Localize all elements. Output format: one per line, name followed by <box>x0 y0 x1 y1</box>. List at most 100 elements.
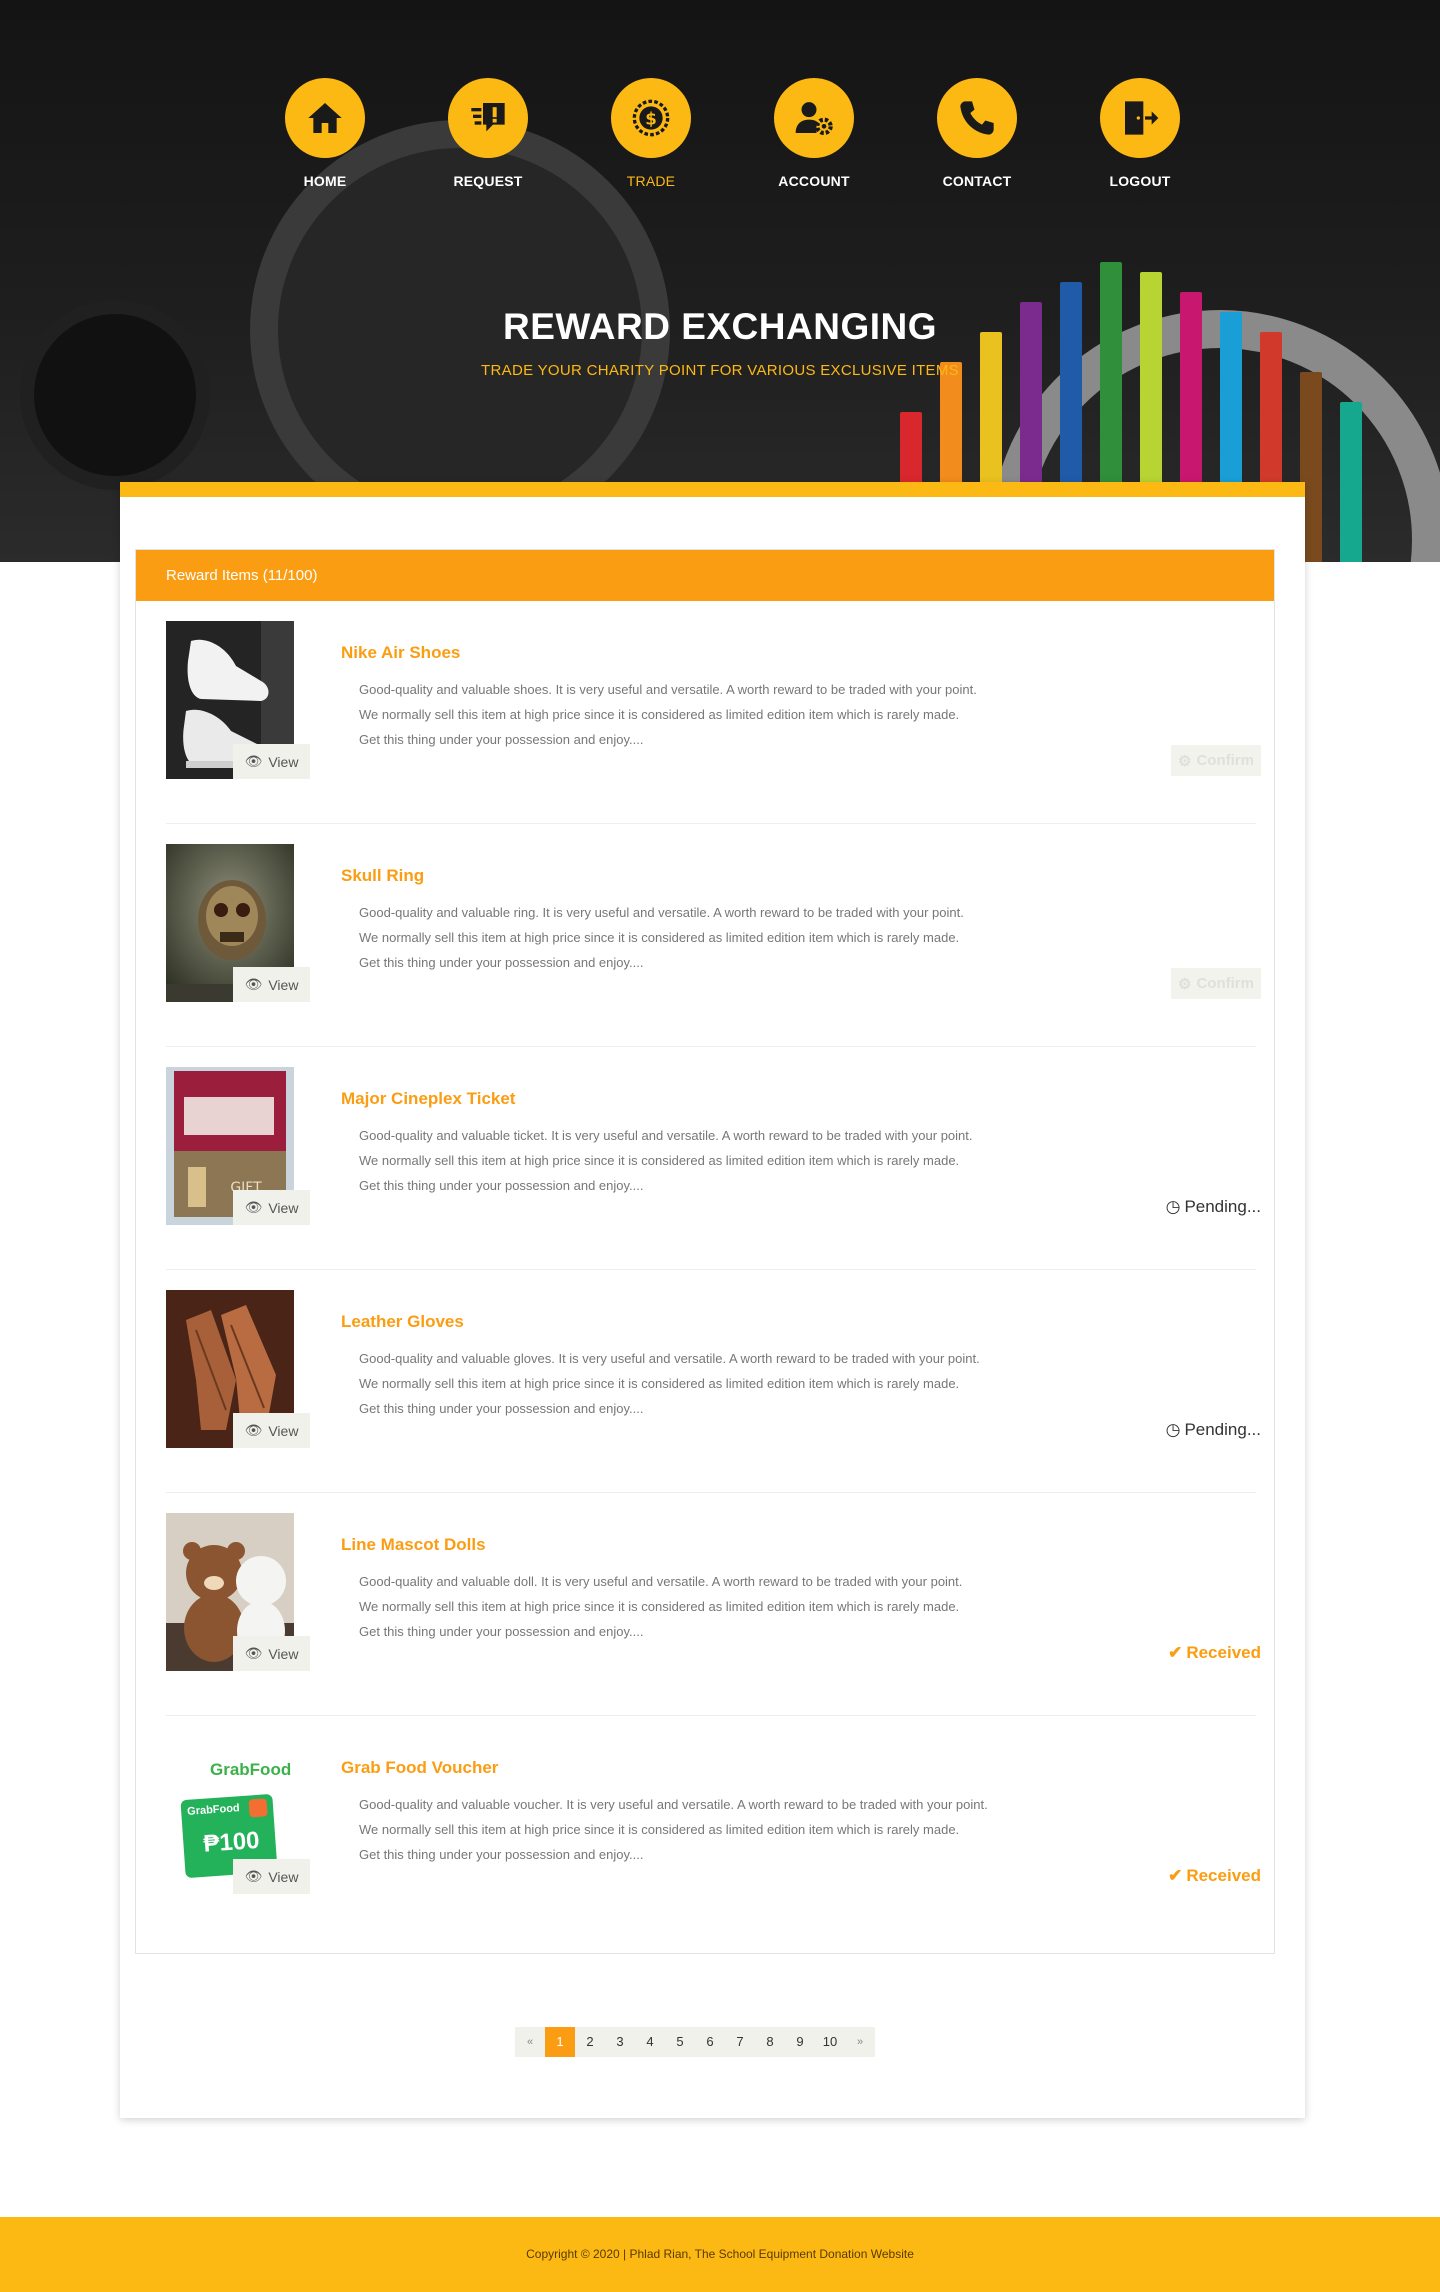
main-nav: HOME REQUEST $ TRADE ACCOUNT CONTACT LOG… <box>270 78 1180 198</box>
item-description: Good-quality and valuable shoes. It is v… <box>359 677 1059 752</box>
confirm-button[interactable]: ⚙ Confirm <box>1171 968 1261 999</box>
eye-icon: 👁 <box>244 1199 263 1215</box>
item-description: Good-quality and valuable doll. It is ve… <box>359 1569 1059 1644</box>
nav-item-home[interactable]: HOME <box>270 78 380 189</box>
clock-icon: ◷ <box>1165 1420 1181 1439</box>
page-link[interactable]: 10 <box>815 2027 845 2057</box>
desc-line: We normally sell this item at high price… <box>359 1376 960 1391</box>
item-description: Good-quality and valuable gloves. It is … <box>359 1346 1059 1421</box>
desc-line: Get this thing under your possession and… <box>359 1401 644 1416</box>
eye-icon: 👁 <box>244 976 263 992</box>
item-description: Good-quality and valuable voucher. It is… <box>359 1792 1059 1867</box>
item-title[interactable]: Skull Ring <box>341 866 424 886</box>
nav-label-contact: CONTACT <box>942 173 1012 189</box>
desc-line: Get this thing under your possession and… <box>359 1178 644 1193</box>
nav-label-trade: TRADE <box>626 173 676 189</box>
trade-coin-icon: $ <box>632 99 670 137</box>
svg-text:$: $ <box>645 110 657 129</box>
check-icon: ✔ <box>1168 1643 1183 1662</box>
view-label: View <box>268 1868 299 1885</box>
view-button[interactable]: 👁 View <box>233 1859 310 1894</box>
reward-item: 👁 View Line Mascot Dolls Good-quality an… <box>136 1493 1276 1716</box>
footer: Copyright © 2020 | Phlad Rian, The Schoo… <box>0 2217 1440 2292</box>
item-title[interactable]: Grab Food Voucher <box>341 1758 498 1778</box>
nav-label-account: ACCOUNT <box>778 173 850 189</box>
gear-icon: ⚙ <box>1178 975 1192 993</box>
clock-icon: ◷ <box>1165 1197 1181 1216</box>
check-icon: ✔ <box>1168 1866 1183 1885</box>
eye-icon: 👁 <box>244 1868 263 1884</box>
confirm-button[interactable]: ⚙ Confirm <box>1171 745 1261 776</box>
desc-line: We normally sell this item at high price… <box>359 1822 960 1837</box>
desc-line: We normally sell this item at high price… <box>359 930 960 945</box>
reward-item: 👁 View Skull Ring Good-quality and valua… <box>136 824 1276 1047</box>
desc-line: Get this thing under your possession and… <box>359 732 644 747</box>
view-button[interactable]: 👁 View <box>233 1190 310 1225</box>
view-button[interactable]: 👁 View <box>233 967 310 1002</box>
desc-line: We normally sell this item at high price… <box>359 1599 960 1614</box>
item-description: Good-quality and valuable ticket. It is … <box>359 1123 1059 1198</box>
voucher-brand-text: GrabFood <box>210 1760 292 1779</box>
home-icon <box>308 103 342 133</box>
desc-line: Good-quality and valuable shoes. It is v… <box>359 682 977 697</box>
view-button[interactable]: 👁 View <box>233 1413 310 1448</box>
eye-icon: 👁 <box>244 1645 263 1661</box>
status-pending: ◷ Pending... <box>1166 1197 1261 1217</box>
voucher-amount: ₱100 <box>202 1826 261 1858</box>
item-title[interactable]: Nike Air Shoes <box>341 643 460 663</box>
status-pending: ◷ Pending... <box>1166 1420 1261 1440</box>
item-description: Good-quality and valuable ring. It is ve… <box>359 900 1059 975</box>
reward-card: Reward Items (11/100) 👁 View Nike Air Sh… <box>120 482 1305 2118</box>
page-link[interactable]: 6 <box>695 2027 725 2057</box>
status-label: Pending... <box>1184 1197 1261 1216</box>
status-label: Received <box>1186 1866 1261 1885</box>
confirm-label: Confirm <box>1196 752 1254 769</box>
page-link[interactable]: 8 <box>755 2027 785 2057</box>
logout-door-icon <box>1125 101 1159 135</box>
view-label: View <box>268 753 299 770</box>
page-link[interactable]: 5 <box>665 2027 695 2057</box>
request-icon <box>471 103 505 132</box>
page-link[interactable]: 7 <box>725 2027 755 2057</box>
phone-icon <box>960 101 994 135</box>
nav-item-account[interactable]: ACCOUNT <box>759 78 869 189</box>
nav-item-contact[interactable]: CONTACT <box>922 78 1032 189</box>
pagination: « 1 2 3 4 5 6 7 8 9 10 » <box>515 2027 875 2057</box>
voucher-card-brand: GrabFood <box>186 1802 241 1818</box>
reward-item: GrabFood GrabFood ₱100 👁 View Grab Food … <box>136 1716 1276 1939</box>
page-prev[interactable]: « <box>515 2027 545 2057</box>
view-button[interactable]: 👁 View <box>233 744 310 779</box>
reward-item: 👁 View Nike Air Shoes Good-quality and v… <box>136 601 1276 824</box>
confirm-label: Confirm <box>1196 975 1254 992</box>
desc-line: Get this thing under your possession and… <box>359 955 644 970</box>
item-title[interactable]: Line Mascot Dolls <box>341 1535 486 1555</box>
page-next[interactable]: » <box>845 2027 875 2057</box>
hero-banner: HOME REQUEST $ TRADE ACCOUNT CONTACT LOG… <box>0 0 1440 562</box>
voucher-bag-icon <box>248 1798 268 1818</box>
item-title[interactable]: Major Cineplex Ticket <box>341 1089 515 1109</box>
eye-icon: 👁 <box>244 1422 263 1438</box>
view-label: View <box>268 1645 299 1662</box>
nav-item-trade[interactable]: $ TRADE <box>596 78 706 189</box>
nav-item-request[interactable]: REQUEST <box>433 78 543 189</box>
page-link[interactable]: 9 <box>785 2027 815 2057</box>
nav-item-logout[interactable]: LOGOUT <box>1085 78 1195 189</box>
page-link[interactable]: 1 <box>545 2027 575 2057</box>
status-label: Pending... <box>1184 1420 1261 1439</box>
page-link[interactable]: 4 <box>635 2027 665 2057</box>
desc-line: Good-quality and valuable doll. It is ve… <box>359 1574 963 1589</box>
desc-line: Good-quality and valuable voucher. It is… <box>359 1797 988 1812</box>
desc-line: Good-quality and valuable gloves. It is … <box>359 1351 980 1366</box>
desc-line: Good-quality and valuable ring. It is ve… <box>359 905 964 920</box>
status-label: Received <box>1186 1643 1261 1662</box>
nav-label-request: REQUEST <box>453 173 523 189</box>
item-title[interactable]: Leather Gloves <box>341 1312 464 1332</box>
desc-line: We normally sell this item at high price… <box>359 707 960 722</box>
page-subtitle: TRADE YOUR CHARITY POINT FOR VARIOUS EXC… <box>481 362 959 379</box>
view-button[interactable]: 👁 View <box>233 1636 310 1671</box>
page-link[interactable]: 3 <box>605 2027 635 2057</box>
view-label: View <box>268 976 299 993</box>
page-link[interactable]: 2 <box>575 2027 605 2057</box>
status-received: ✔ Received <box>1168 1866 1261 1886</box>
copyright-text: Copyright © 2020 | Phlad Rian, The Schoo… <box>526 2247 914 2261</box>
